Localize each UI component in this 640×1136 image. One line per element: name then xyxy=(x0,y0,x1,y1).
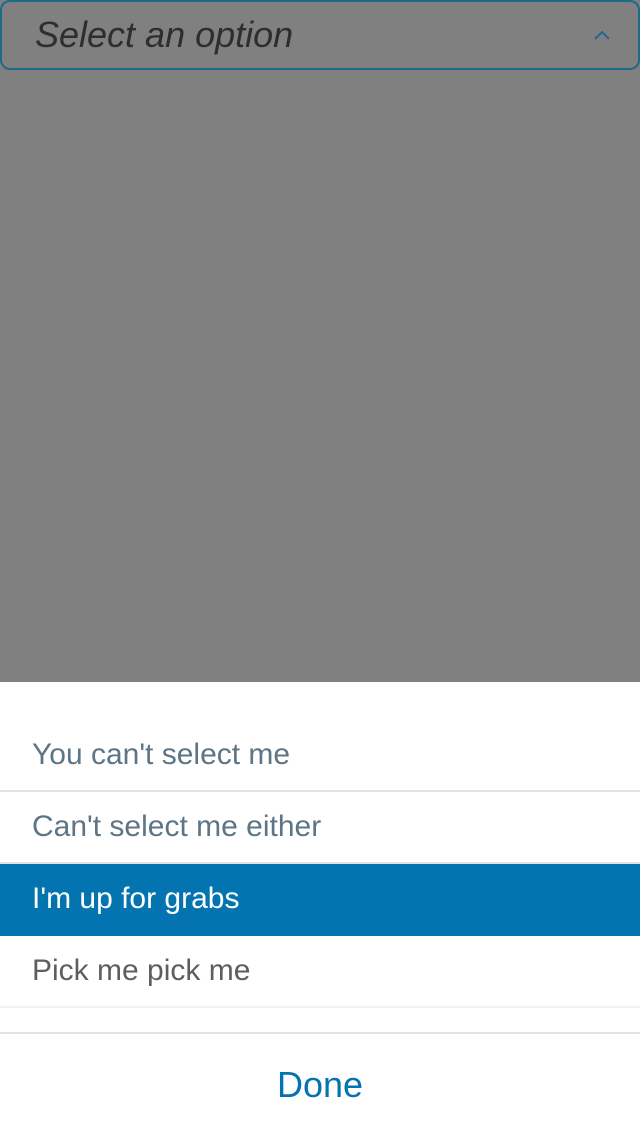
modal-overlay[interactable] xyxy=(0,70,640,682)
option-pick-me-pick-me[interactable]: Pick me pick me xyxy=(0,936,640,1008)
chevron-up-icon xyxy=(594,30,610,40)
select-placeholder: Select an option xyxy=(35,14,294,55)
option-im-up-for-grabs[interactable]: I'm up for grabs xyxy=(0,864,640,936)
picker-footer: Done xyxy=(0,1032,640,1136)
done-button[interactable]: Done xyxy=(247,1054,393,1116)
select-trigger[interactable]: Select an option xyxy=(0,0,640,70)
picker-sheet: You can't select me Can't select me eith… xyxy=(0,682,640,1136)
option-you-cant-select-me: You can't select me xyxy=(0,720,640,792)
option-cant-select-me-either: Can't select me either xyxy=(0,792,640,864)
option-list: You can't select me Can't select me eith… xyxy=(0,720,640,1008)
